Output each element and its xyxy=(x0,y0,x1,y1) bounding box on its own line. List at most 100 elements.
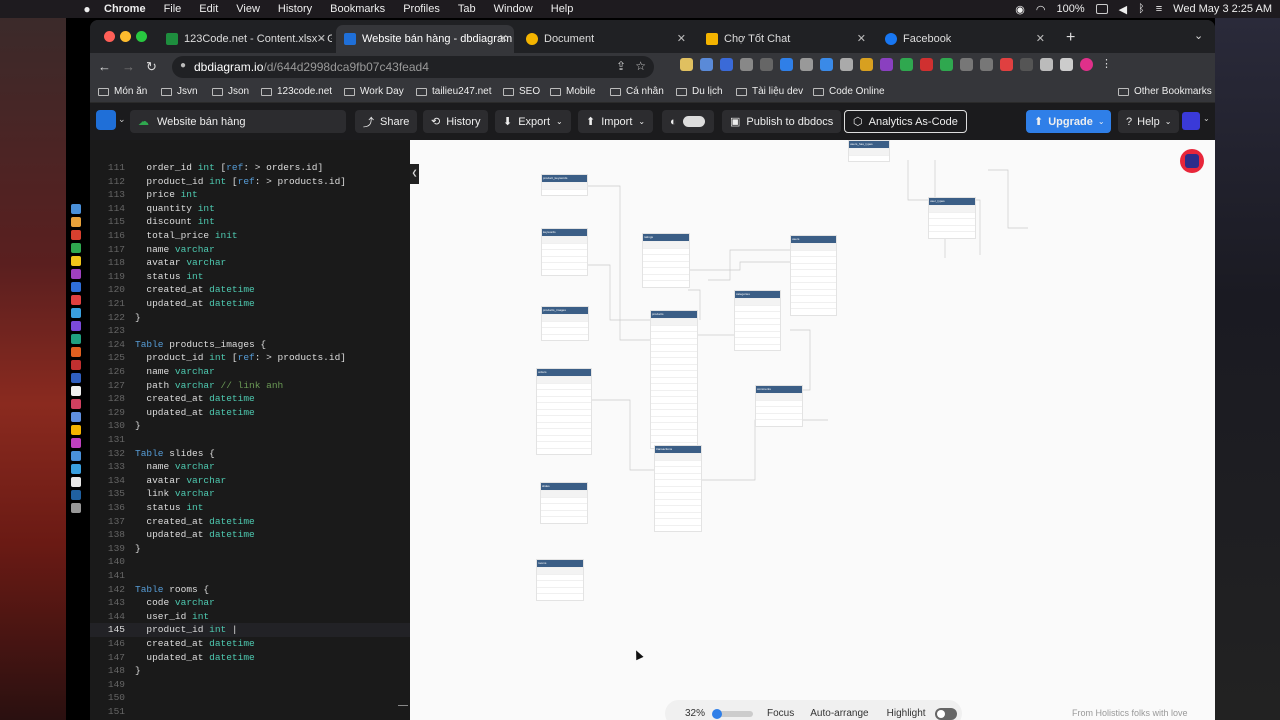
close-tab-icon[interactable]: ✕ xyxy=(317,32,326,45)
document-title-field[interactable]: ☁ Website bán hàng xyxy=(130,110,346,133)
logo-chevron-down-icon[interactable]: ⌄ xyxy=(118,114,126,125)
collapse-editor-chevron-icon[interactable]: ❮ xyxy=(410,164,419,184)
dbdiagram-logo-icon[interactable] xyxy=(96,110,116,130)
diagram-table-products-images[interactable]: products_images xyxy=(541,306,589,341)
menu-history[interactable]: History xyxy=(278,3,312,15)
code-line[interactable]: 129 updated_at datetime xyxy=(90,406,410,420)
bookmark-folder[interactable]: Du lịch xyxy=(676,86,723,97)
dock-app-icon[interactable] xyxy=(71,321,81,331)
diagram-table-products[interactable]: products xyxy=(650,310,698,449)
code-line[interactable]: 114 quantity int xyxy=(90,202,410,216)
code-line[interactable]: 121 updated_at datetime xyxy=(90,297,410,311)
diagram-table-transactions[interactable]: transactions xyxy=(654,445,702,532)
code-line[interactable]: 115 discount int xyxy=(90,215,410,229)
dock-trash-icon[interactable] xyxy=(71,503,81,513)
bookmark-folder[interactable]: Code Online xyxy=(813,86,885,97)
bookmark-folder[interactable]: Tài liệu dev xyxy=(736,86,803,97)
table-field-row[interactable] xyxy=(735,343,780,350)
volume-icon[interactable]: ◀ xyxy=(1119,3,1127,16)
diagram-table-rooms[interactable]: rooms xyxy=(536,559,584,601)
code-line[interactable]: 146 created_at datetime xyxy=(90,637,410,651)
dock-app-icon[interactable] xyxy=(71,282,81,292)
dock-app-icon[interactable] xyxy=(71,230,81,240)
close-window-button[interactable] xyxy=(104,31,115,42)
table-field-row[interactable] xyxy=(537,447,591,454)
code-line[interactable]: 136 status int xyxy=(90,501,410,515)
apple-icon[interactable]: ● xyxy=(80,2,94,16)
code-line[interactable]: 111 order_id int [ref: > orders.id] xyxy=(90,161,410,175)
table-field-row[interactable] xyxy=(655,524,701,531)
table-field-row[interactable] xyxy=(537,593,583,600)
zoom-window-button[interactable] xyxy=(136,31,147,42)
extension-icon[interactable] xyxy=(920,58,933,71)
extension-icon[interactable] xyxy=(700,58,713,71)
code-line[interactable]: 142 Table rooms { xyxy=(90,583,410,597)
code-line[interactable]: 112 product_id int [ref: > products.id] xyxy=(90,175,410,189)
bookmark-folder[interactable]: SEO xyxy=(503,86,540,97)
minimize-window-button[interactable] xyxy=(120,31,131,42)
dock-app-icon[interactable] xyxy=(71,243,81,253)
diagram-table-users[interactable]: users xyxy=(790,235,837,316)
close-tab-icon[interactable]: ✕ xyxy=(499,32,508,45)
code-line[interactable]: 125 product_id int [ref: > products.id] xyxy=(90,351,410,365)
dock-app-icon[interactable] xyxy=(71,360,81,370)
table-header[interactable]: categories xyxy=(735,291,780,298)
auto-arrange-button[interactable]: Auto-arrange xyxy=(810,708,868,719)
dock-app-icon[interactable] xyxy=(71,295,81,305)
publish-dbdocs-button[interactable]: ▣ Publish to dbdocs xyxy=(722,110,842,133)
diagram-table-categories[interactable]: categories xyxy=(734,290,781,351)
extension-icon[interactable] xyxy=(820,58,833,71)
table-header[interactable]: slides xyxy=(541,483,587,490)
highlight-toggle[interactable] xyxy=(934,707,957,720)
code-line[interactable]: 151 xyxy=(90,705,410,719)
code-line[interactable]: 141 xyxy=(90,569,410,583)
menu-profiles[interactable]: Profiles xyxy=(403,3,440,15)
diagram-table-users-has-types[interactable]: users_has_types xyxy=(848,140,890,162)
table-field-row[interactable] xyxy=(542,268,587,275)
bookmark-folder[interactable]: Json xyxy=(212,86,249,97)
dock-app-icon[interactable] xyxy=(71,204,81,214)
code-line[interactable]: 117 name varchar xyxy=(90,243,410,257)
puzzle-extensions-icon[interactable] xyxy=(1040,58,1053,71)
battery-icon[interactable] xyxy=(1095,4,1108,14)
code-line[interactable]: 137 created_at datetime xyxy=(90,515,410,529)
bookmark-folder[interactable]: Mobile xyxy=(550,86,595,97)
bookmark-folder[interactable]: 123code.net xyxy=(261,86,332,97)
forward-arrow-icon[interactable]: → xyxy=(122,59,135,74)
extension-icon[interactable] xyxy=(940,58,953,71)
table-header[interactable]: transactions xyxy=(655,446,701,453)
bookmark-star-icon[interactable]: ☆ xyxy=(635,59,646,73)
menu-edit[interactable]: Edit xyxy=(199,3,218,15)
code-line[interactable]: 145 product_id int | xyxy=(90,623,410,637)
user-avatar[interactable] xyxy=(1182,112,1200,130)
table-field-row[interactable] xyxy=(542,333,588,340)
diagram-canvas[interactable]: product_keywords keywords products_images o… xyxy=(410,140,1215,720)
extension-icon[interactable] xyxy=(720,58,733,71)
dock-app-icon[interactable] xyxy=(71,269,81,279)
share-page-icon[interactable]: ⇪ xyxy=(616,59,626,73)
diagram-table-orders[interactable]: orders xyxy=(536,368,592,455)
reload-icon[interactable]: ↻ xyxy=(146,59,157,75)
table-field-row[interactable] xyxy=(791,308,836,315)
extension-icon[interactable] xyxy=(800,58,813,71)
extension-icon[interactable] xyxy=(880,58,893,71)
diagram-table-slides[interactable]: slides xyxy=(540,482,588,524)
dock-app-icon[interactable] xyxy=(71,386,81,396)
other-bookmarks-folder[interactable]: Other Bookmarks xyxy=(1118,86,1212,97)
table-header[interactable]: comments xyxy=(756,386,802,393)
table-header[interactable]: user_types xyxy=(929,198,975,205)
clock-label[interactable]: Wed May 3 2:25 AM xyxy=(1173,3,1272,15)
extension-icon[interactable] xyxy=(1020,58,1033,71)
extension-icon[interactable] xyxy=(840,58,853,71)
table-field-row[interactable] xyxy=(541,516,587,523)
dock-app-icon[interactable] xyxy=(71,451,81,461)
chevron-down-icon[interactable]: ⌄ xyxy=(1203,114,1210,123)
menu-file[interactable]: File xyxy=(164,3,182,15)
diagram-table-product-keywords[interactable]: product_keywords xyxy=(541,174,588,196)
table-field-row[interactable] xyxy=(756,419,802,426)
bookmark-folder[interactable]: tailieu247.net xyxy=(416,86,492,97)
dock-app-icon[interactable] xyxy=(71,217,81,227)
code-line[interactable]: 143 code varchar xyxy=(90,596,410,610)
chrome-menu-icon[interactable]: ⋮ xyxy=(1100,58,1113,71)
code-line[interactable]: 133 name varchar xyxy=(90,460,410,474)
